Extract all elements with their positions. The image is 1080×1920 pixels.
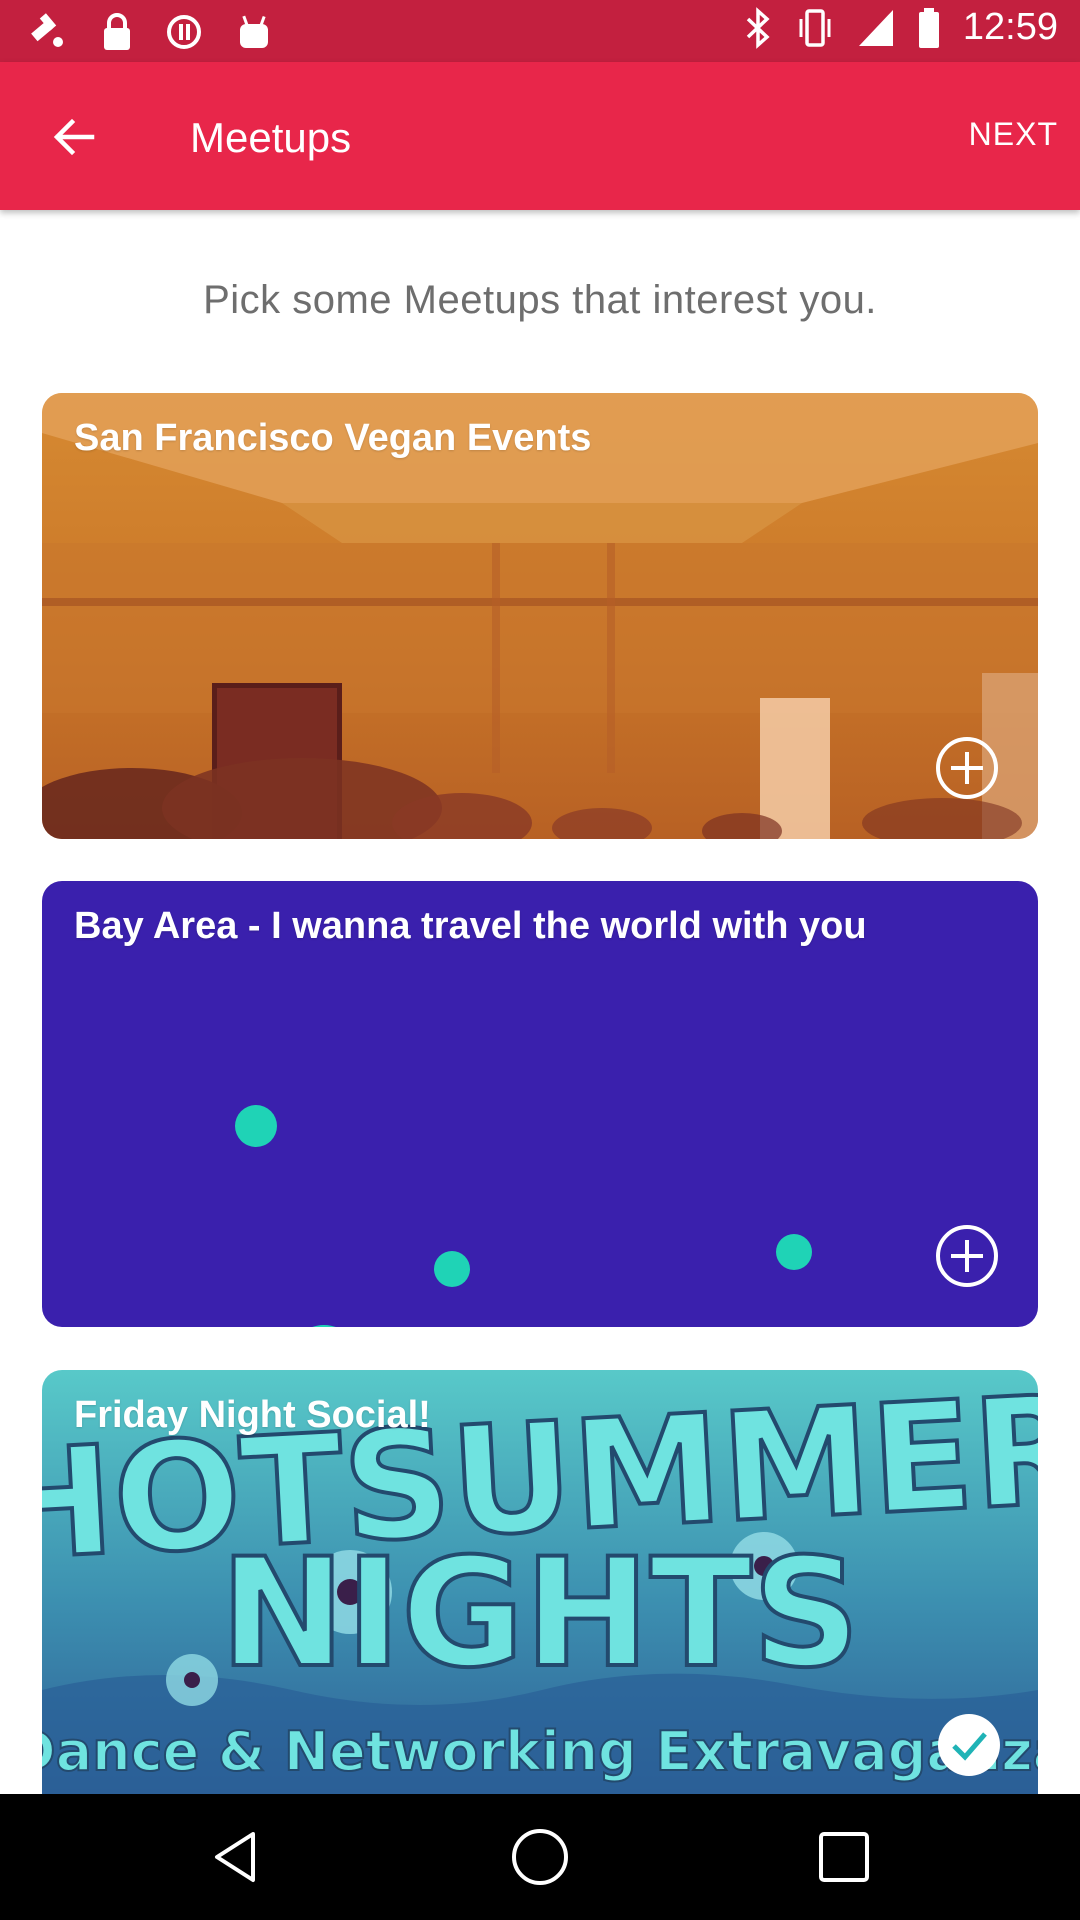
status-notifications [26, 10, 274, 54]
status-bar: 12:59 [0, 0, 1080, 62]
arrow-back-icon[interactable] [48, 112, 98, 162]
fake-gps-icon [31, 13, 63, 47]
svg-text:Dance & Networking Extravaganz: Dance & Networking Extravaganza [42, 1720, 1038, 1783]
nav-back-icon[interactable] [203, 1824, 269, 1890]
system-nav-bar [0, 1794, 1080, 1920]
check-circle-icon[interactable] [936, 1712, 1002, 1778]
meetup-card-travel-world[interactable]: Bay Area - I wanna travel the world with… [42, 881, 1038, 1327]
svg-text:NIGHTS: NIGHTS [220, 1527, 860, 1701]
bluetooth-icon [746, 6, 770, 49]
next-button[interactable]: NEXT [969, 116, 1058, 153]
app-bar: Meetups NEXT [0, 62, 1080, 210]
page-title: Meetups [190, 114, 352, 161]
data-saver-icon [167, 15, 201, 49]
add-circle-icon[interactable] [934, 735, 1000, 801]
meetup-card-friday-social[interactable]: HOTSUMMER NIGHTS Dance & Networking Extr… [42, 1370, 1038, 1795]
nav-recents-icon[interactable] [811, 1824, 877, 1890]
battery-icon [918, 7, 939, 48]
signal-icon [858, 9, 893, 46]
meetup-card-vegan-events[interactable]: San Francisco Vegan Events [42, 393, 1038, 839]
add-circle-icon[interactable] [934, 1223, 1000, 1289]
meetup-card-title: Friday Night Social! [74, 1394, 431, 1436]
nav-home-icon[interactable] [507, 1824, 573, 1890]
android-icon [240, 15, 268, 48]
intro-text: Pick some Meetups that interest you. [203, 278, 877, 322]
vibrate-icon [799, 8, 831, 47]
status-time: 12:59 [962, 6, 1058, 48]
status-system: 12:59 [743, 6, 1058, 49]
meetup-card-title: Bay Area - I wanna travel the world with… [74, 905, 867, 947]
meetup-card-title: San Francisco Vegan Events [74, 417, 592, 459]
lock-icon [104, 13, 130, 50]
